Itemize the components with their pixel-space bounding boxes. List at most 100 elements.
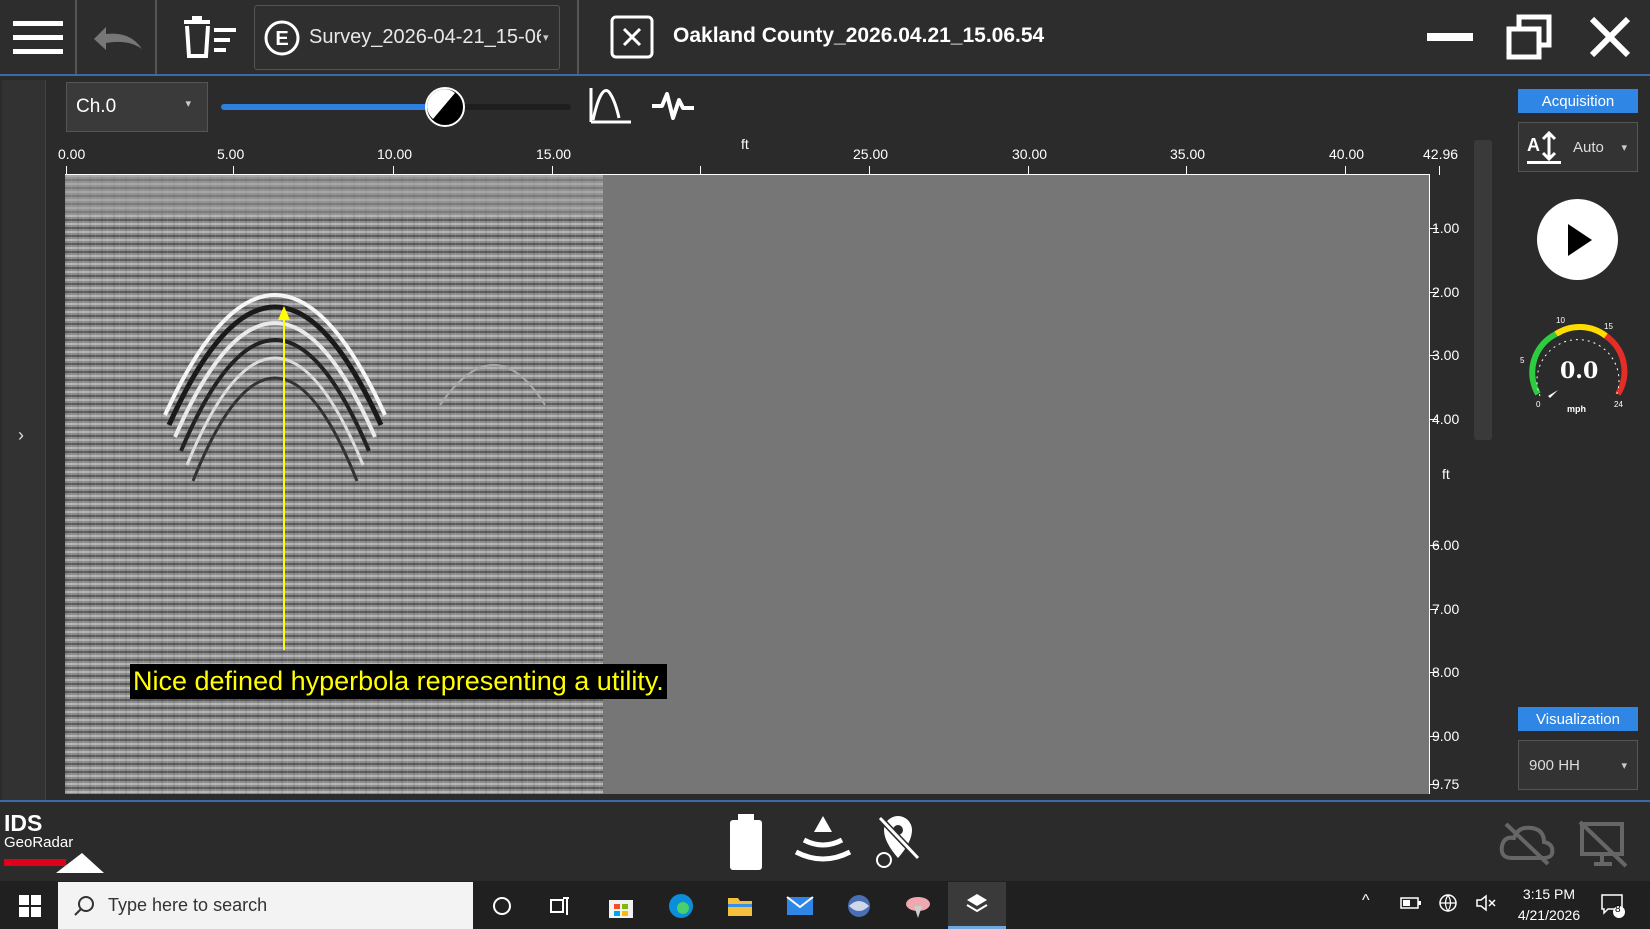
y-tick-mark [1430,419,1438,420]
globe-app-icon [848,895,870,917]
ids-georadar-logo: IDS GeoRadar [4,810,104,875]
edge-icon [669,894,693,918]
battery-tray-icon[interactable] [1400,896,1422,910]
search-placeholder: Type here to search [108,895,268,915]
battery-status[interactable] [726,812,766,872]
radargram-view[interactable] [65,175,1429,794]
system-clock[interactable]: 3:15 PM 4/21/2026 [1510,884,1588,926]
x-tick-label: 0.00 [58,146,86,162]
georadar-app-active[interactable] [948,882,1006,929]
y-tick-mark [1430,672,1438,673]
y-tick-mark [1430,292,1438,293]
svg-text:E: E [275,28,288,50]
delete-list-button[interactable] [178,2,242,72]
notification-count: 8 [1615,904,1621,915]
channel-dropdown[interactable]: Ch.0 ▾ [66,82,208,132]
visualization-header[interactable]: Visualization [1518,707,1638,731]
close-button[interactable] [1580,2,1640,72]
windows-logo-icon [19,895,41,917]
cloud-off-icon [1499,822,1555,866]
y-tick-mark [1430,228,1438,229]
gauge-tick-0: 0 [1536,400,1541,409]
monitor-off-icon [1578,820,1628,868]
minimize-button[interactable] [1420,2,1480,72]
acquisition-header[interactable]: Acquisition [1518,89,1638,113]
gauge-tick-10: 10 [1556,316,1565,325]
y-axis-line [1429,175,1430,794]
x-tick-label: 35.00 [1170,146,1206,162]
speed-value: 0.0 [1560,358,1599,384]
file-explorer-app[interactable] [720,886,760,926]
task-view-icon [550,897,569,915]
clock-date: 4/21/2026 [1517,907,1581,923]
gps-status[interactable] [872,812,924,870]
waveform-button[interactable] [650,88,696,122]
divider [75,0,77,74]
logo-text-bottom: GeoRadar [4,834,74,851]
task-view-button[interactable] [540,886,580,926]
annotation-label: Nice defined hyperbola representing a ut… [130,664,667,699]
chevron-down-icon: ▾ [185,98,191,110]
x-tick-label: 15.00 [536,146,572,162]
cortana-icon [493,897,511,915]
antenna-status[interactable] [790,812,856,870]
y-tick-mark [1430,736,1438,737]
y-tick-mark [1430,545,1438,546]
acquisition-mode-dropdown[interactable]: A Auto ▾ [1518,122,1638,172]
chevron-down-icon: ▾ [1621,141,1627,154]
auto-scale-icon: A [1527,130,1561,164]
cloud-sync-status[interactable] [1498,820,1558,866]
vertical-scrollbar[interactable] [1474,140,1492,440]
mail-app[interactable] [780,886,820,926]
survey-badge-icon: E [264,20,300,55]
gauge-tick-15: 15 [1604,322,1613,331]
undo-icon [94,27,142,50]
x-axis-unit: ft [741,136,749,152]
chevron-up-icon[interactable]: ^ [1362,892,1370,910]
edge-app[interactable] [661,886,701,926]
notifications-button[interactable]: 8 [1600,893,1626,919]
x-tick-label: 30.00 [1012,146,1048,162]
annotation-arrow [278,306,290,650]
start-button[interactable] [10,888,50,924]
survey-dropdown[interactable]: E Survey_2026-04-21_15-06 ▾ [254,5,560,70]
layers-app-icon [966,894,988,913]
network-globe-icon[interactable] [1438,893,1458,913]
close-file-button[interactable] [605,2,659,72]
cortana-button[interactable] [482,886,522,926]
svg-text:A: A [1527,135,1540,155]
undo-button[interactable] [82,2,150,72]
side-panel-toggle[interactable]: › [2,80,46,800]
device-connection-status[interactable] [1576,818,1632,870]
volume-muted-icon[interactable] [1475,893,1497,913]
waveform-icon [652,92,694,120]
gauge-tick-5: 5 [1520,356,1525,365]
speed-gauge: 5 10 15 0 24 0.0 mph [1520,312,1636,416]
logo-text-top: IDS [4,810,43,836]
gain-curve-button[interactable] [587,82,633,126]
contrast-slider-knob[interactable] [425,87,465,127]
channel-value: Ch.0 [76,96,117,117]
close-icon [1589,16,1631,58]
restore-button[interactable] [1500,2,1560,72]
pinned-app-2[interactable] [898,886,938,926]
taskbar-search[interactable]: Type here to search [58,882,473,929]
contrast-slider-fill [221,104,445,110]
chevron-right-icon: › [18,425,24,445]
gps-off-icon [876,815,921,868]
y-tick-mark [1430,784,1438,785]
pinned-app-1[interactable] [839,886,879,926]
logo-mark [4,853,104,873]
minimize-icon [1427,33,1473,41]
speed-unit: mph [1567,404,1586,414]
folder-icon [728,898,752,916]
visualization-mode-dropdown[interactable]: 900 HH ▾ [1518,740,1638,790]
close-box-icon [610,15,654,59]
play-button[interactable] [1537,199,1618,280]
menu-button[interactable] [4,2,72,72]
store-app[interactable] [601,886,641,926]
x-tick-label: 42.96 [1423,146,1459,162]
satellite-app-icon [906,897,930,918]
contrast-icon [427,89,455,119]
search-icon [74,895,94,916]
